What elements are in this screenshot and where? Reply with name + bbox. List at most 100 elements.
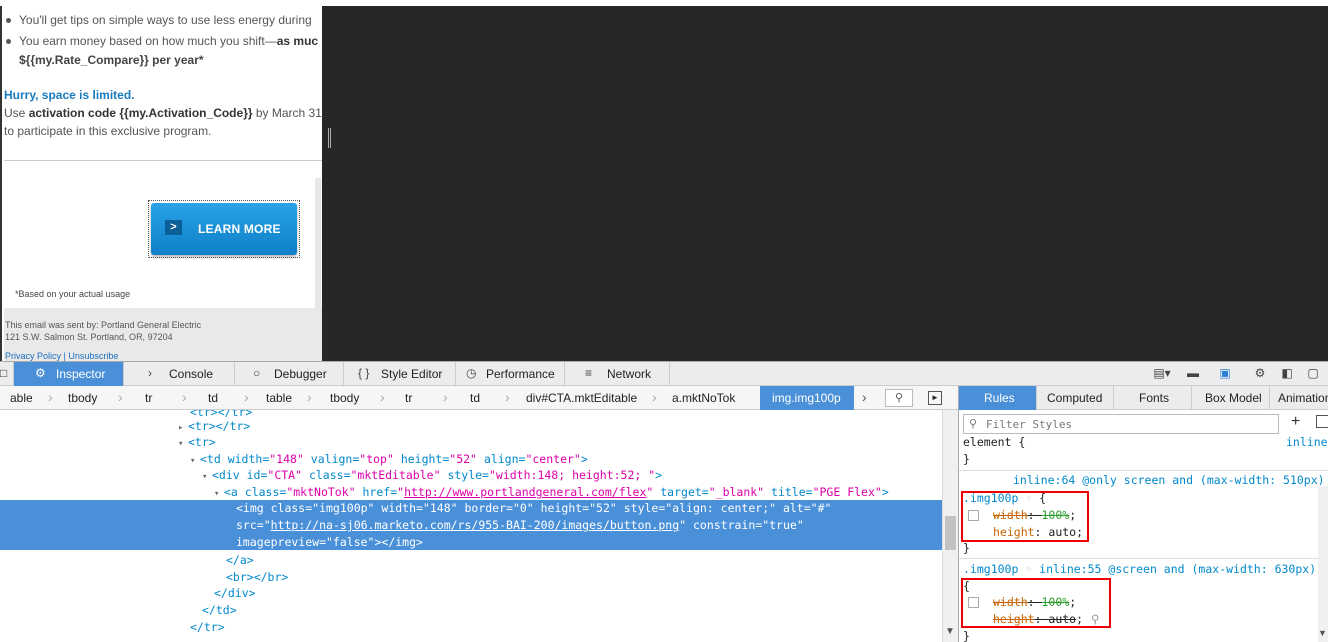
markup-attr: href= [355, 485, 398, 499]
tab-box-model[interactable]: Box Model [1192, 386, 1270, 410]
markup-attr: width= [227, 452, 270, 466]
img-src-link[interactable]: http://na-sj06.marketo.com/rs/955-BAI-20… [271, 518, 680, 532]
tab-fonts[interactable]: Fonts [1114, 386, 1192, 410]
markup-node[interactable]: </div> [214, 585, 256, 601]
popout-icon[interactable]: ▢ [1306, 367, 1320, 380]
breadcrumb-item[interactable]: tr [405, 391, 412, 405]
divider [4, 160, 322, 161]
element-rule[interactable]: element { [963, 434, 1025, 450]
markup-node[interactable]: </td> [202, 602, 237, 618]
tab-performance[interactable]: ◷ Performance [456, 362, 565, 386]
scroll-down-icon[interactable]: ▼ [945, 626, 955, 637]
pick-element-button[interactable]: □ [0, 362, 14, 386]
collapse-arrow-icon[interactable]: ▾ [178, 436, 183, 452]
splitter-handle[interactable] [328, 128, 331, 148]
responsive-design-icon[interactable]: ▣ [1218, 367, 1232, 380]
activation-prefix: Use [4, 106, 29, 120]
markup-attr: valign= [303, 452, 360, 466]
scroll-down-icon[interactable]: ▼ [1318, 628, 1327, 638]
breadcrumb-separator: › [182, 389, 187, 405]
tab-style-editor[interactable]: { } Style Editor [344, 362, 456, 386]
breadcrumb: able › tbody › tr › td › table › tbody ›… [0, 386, 958, 410]
breadcrumb-separator: › [380, 389, 385, 405]
tab-computed[interactable]: Computed [1037, 386, 1114, 410]
filter-placeholder: Filter Styles [986, 418, 1073, 431]
breadcrumb-item[interactable]: td [208, 391, 218, 405]
breadcrumb-item[interactable]: able [10, 391, 33, 405]
tab-debugger[interactable]: ○ Debugger [235, 362, 344, 386]
email-scrollbar[interactable] [315, 178, 321, 308]
sidebar-toggle-icon[interactable]: ► [928, 391, 942, 405]
tab-animation[interactable]: Animation [1270, 386, 1328, 410]
breadcrumb-item[interactable]: tbody [330, 391, 359, 405]
breadcrumb-item[interactable]: a.mktNoTok [672, 391, 735, 405]
tab-inspector[interactable]: ⚙ Inspector [14, 362, 124, 386]
markup-node-td[interactable]: ▾ <td width="148" valign="top" height="52… [190, 451, 588, 467]
rules-scrollbar[interactable] [1318, 486, 1328, 642]
empty-viewport-area [322, 6, 1328, 361]
rule2-header[interactable]: .img100p ◦ inline:55 @screen and (max-wi… [963, 561, 1316, 577]
breadcrumb-item[interactable]: tbody [68, 391, 97, 405]
highlight-box [961, 491, 1089, 542]
inspector-icon: ⚙ [35, 366, 46, 380]
learn-more-button[interactable]: > LEARN MORE [151, 203, 297, 255]
markup-link[interactable]: http://www.portlandgeneral.com/flex [404, 485, 646, 499]
breadcrumb-active-label: img.img100p [772, 391, 841, 405]
markup-tag: <td [200, 452, 228, 466]
markup-attr: class= [302, 468, 351, 482]
collapse-arrow-icon[interactable]: ▾ [202, 469, 207, 485]
breadcrumb-scroll-right-icon[interactable]: › [862, 389, 867, 405]
email-footer: This email was sent by: Portland General… [4, 308, 322, 361]
hurry-heading: Hurry, space is limited. [4, 88, 135, 102]
devtools-toolbar: □ ⚙ Inspector › Console ○ Debugger { } S… [0, 361, 1328, 386]
breadcrumb-item[interactable]: tr [145, 391, 152, 405]
selector-highlight-icon[interactable]: ◦ [1018, 562, 1039, 576]
tab-console[interactable]: › Console [124, 362, 235, 386]
rule1-source[interactable]: inline:64 @only screen and (max-width: 5… [1013, 472, 1325, 488]
dock-side-icon[interactable]: ◧ [1280, 367, 1294, 380]
activation-line: Use activation code {{my.Activation_Code… [4, 106, 322, 120]
tab-network[interactable]: ≡ Network [565, 362, 670, 386]
img-line-3: imagepreview="false"></img> [236, 535, 423, 549]
activation-suffix: by March 31, [252, 106, 322, 120]
frame-select-icon[interactable]: ▤▾ [1150, 367, 1174, 380]
usage-note: *Based on your actual usage [15, 289, 131, 299]
markup-node-div[interactable]: ▾ <div id="CTA" class="mktEditable" style… [202, 467, 662, 483]
markup-value: "52" [449, 452, 477, 466]
add-rule-icon[interactable]: + [1291, 413, 1300, 431]
copy-icon[interactable] [1316, 415, 1328, 428]
breadcrumb-active[interactable]: img.img100p [760, 386, 854, 410]
tab-performance-label: Performance [486, 367, 555, 381]
breadcrumb-item[interactable]: table [266, 391, 292, 405]
markup-value: "148" [269, 452, 304, 466]
markup-tag: <div [212, 468, 247, 482]
markup-scrollbar[interactable]: ▼ [942, 410, 958, 642]
rule2-close: } [963, 629, 970, 642]
img-src-suffix: " constrain="true" [679, 518, 804, 532]
filter-styles-input[interactable]: ⚲ Filter Styles [963, 414, 1279, 434]
scroll-thumb[interactable] [945, 516, 956, 550]
collapse-arrow-icon[interactable]: ▾ [190, 453, 195, 469]
breadcrumb-separator: › [118, 389, 123, 405]
breadcrumb-separator: › [505, 389, 510, 405]
element-source-link[interactable]: inline [1286, 435, 1328, 449]
breadcrumb-item[interactable]: div#CTA.mktEditable [526, 391, 637, 405]
element-source[interactable]: inline [1286, 434, 1328, 450]
markup-node[interactable]: ▾ <tr> [178, 434, 216, 450]
tab-style-editor-label: Style Editor [381, 367, 443, 381]
markup-tag: > [580, 452, 588, 466]
gear-icon[interactable]: ⚙ [1253, 367, 1267, 380]
footer-links[interactable]: Privacy Policy | Unsubscribe [5, 351, 118, 361]
split-console-icon[interactable]: ▬ [1186, 367, 1200, 380]
markup-node[interactable]: </tr> [190, 619, 225, 635]
tab-rules[interactable]: Rules [959, 386, 1037, 410]
markup-node[interactable]: ▸ <tr></tr> [178, 418, 250, 434]
markup-node[interactable]: </a> [226, 552, 254, 568]
search-icon[interactable]: ⚲ [885, 389, 913, 407]
markup-node-a[interactable]: ▾ <a class="mktNoTok" href="http://www.po… [214, 484, 889, 500]
selected-node-img[interactable]: <img class="img100p" width="148" border=… [0, 500, 942, 550]
rule2-source-link[interactable]: inline:55 @screen and (max-width: 630px) [1039, 562, 1316, 576]
markup-node[interactable]: <br></br> [226, 569, 288, 585]
rule1-source-link[interactable]: inline:64 @only screen and (max-width: 5… [1013, 473, 1325, 487]
breadcrumb-item[interactable]: td [470, 391, 480, 405]
